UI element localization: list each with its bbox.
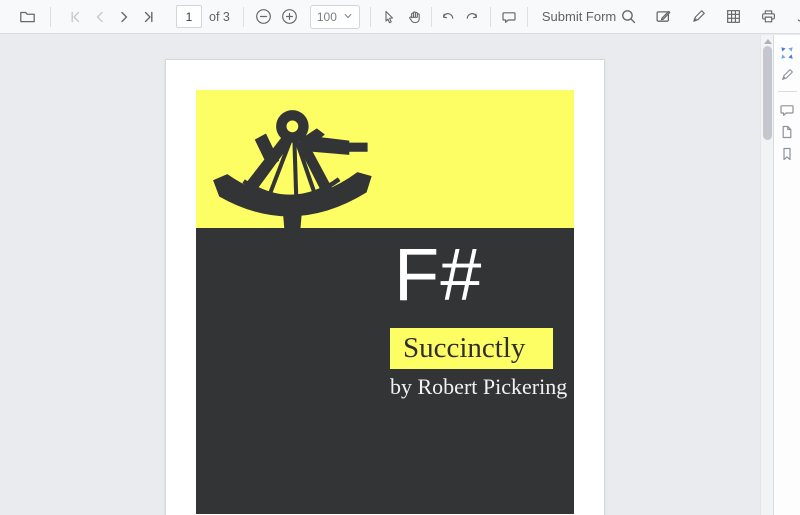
- sextant-illustration: [213, 110, 372, 228]
- open-folder-icon: [19, 8, 36, 25]
- redo-button[interactable]: [460, 4, 484, 30]
- scrollbar-up-arrow[interactable]: [763, 37, 772, 45]
- previous-page-button[interactable]: [88, 4, 112, 30]
- search-icon: [620, 8, 637, 25]
- book-title: F#: [394, 233, 483, 316]
- undo-icon: [440, 9, 456, 25]
- book-series: Succinctly: [403, 332, 526, 364]
- comment-panel-icon: [779, 102, 795, 118]
- next-page-icon: [116, 9, 132, 25]
- submit-form-button[interactable]: Submit Form: [542, 9, 616, 24]
- page-count-label: of 3: [209, 9, 230, 24]
- download-button[interactable]: [791, 4, 800, 30]
- download-icon: [795, 8, 800, 25]
- comment-panel-button[interactable]: [779, 102, 795, 118]
- first-page-button[interactable]: [64, 4, 88, 30]
- zoom-in-button[interactable]: [278, 4, 302, 30]
- zoom-in-icon: [281, 8, 298, 25]
- cover-dark-band: F# Succinctly by Robert Pickering: [196, 228, 574, 514]
- print-button[interactable]: [756, 4, 780, 30]
- annotation-button[interactable]: [651, 4, 675, 30]
- toolbar-separator: [369, 6, 371, 27]
- chevron-down-icon: [343, 8, 353, 26]
- table-grid-icon: [725, 8, 742, 25]
- comment-bubble-icon: [501, 9, 517, 25]
- toolbar-separator: [50, 6, 51, 27]
- toolbar-separator: [242, 6, 244, 27]
- zoom-level-dropdown[interactable]: 100: [309, 4, 360, 29]
- form-field-button[interactable]: [721, 4, 745, 30]
- form-designer-button[interactable]: [779, 45, 795, 61]
- search-button[interactable]: [616, 4, 640, 30]
- form-designer-icon: [779, 45, 795, 61]
- annotation-edit-icon: [655, 8, 672, 25]
- book-cover: F# Succinctly by Robert Pickering: [196, 90, 574, 514]
- toolbar-separator: [526, 6, 528, 27]
- pdf-page-1[interactable]: F# Succinctly by Robert Pickering: [165, 59, 605, 515]
- organize-pages-button[interactable]: [779, 124, 795, 140]
- document-viewport[interactable]: F# Succinctly by Robert Pickering: [0, 35, 760, 515]
- pan-tool-button[interactable]: [403, 4, 427, 30]
- cover-yellow-band: [196, 90, 574, 228]
- zoom-out-button[interactable]: [252, 4, 276, 30]
- pdf-viewer-toolbar: of 3 100: [0, 0, 800, 34]
- select-tool-button[interactable]: [377, 4, 401, 30]
- right-sidebar: [773, 35, 800, 515]
- ink-pen-button[interactable]: [686, 4, 710, 30]
- sidebar-separator: [777, 91, 797, 92]
- first-page-icon: [68, 9, 84, 25]
- bookmark-icon: [779, 146, 795, 162]
- hand-icon: [407, 9, 423, 25]
- pen-icon: [779, 67, 795, 83]
- vertical-scrollbar[interactable]: [760, 35, 773, 515]
- comment-button[interactable]: [497, 4, 521, 30]
- undo-button[interactable]: [436, 4, 460, 30]
- annotation-pen-button[interactable]: [779, 67, 795, 83]
- scrollbar-thumb[interactable]: [763, 46, 772, 140]
- last-page-icon: [140, 9, 156, 25]
- ink-pen-icon: [690, 8, 707, 25]
- previous-page-icon: [92, 9, 108, 25]
- last-page-button[interactable]: [136, 4, 160, 30]
- toolbar-right-group: [616, 4, 800, 30]
- toolbar-separator: [430, 6, 432, 27]
- zoom-out-icon: [255, 8, 272, 25]
- printer-icon: [760, 8, 777, 25]
- cursor-icon: [381, 9, 397, 25]
- next-page-button[interactable]: [112, 4, 136, 30]
- book-author: by Robert Pickering: [390, 374, 568, 399]
- book-series-highlight: Succinctly: [390, 328, 553, 369]
- open-file-button[interactable]: [13, 4, 41, 30]
- toolbar-separator: [489, 6, 491, 27]
- bookmarks-button[interactable]: [779, 146, 795, 162]
- redo-icon: [464, 9, 480, 25]
- zoom-level-value: 100: [316, 9, 337, 24]
- page-thumbnail-icon: [779, 124, 795, 140]
- page-number-input[interactable]: [176, 5, 202, 28]
